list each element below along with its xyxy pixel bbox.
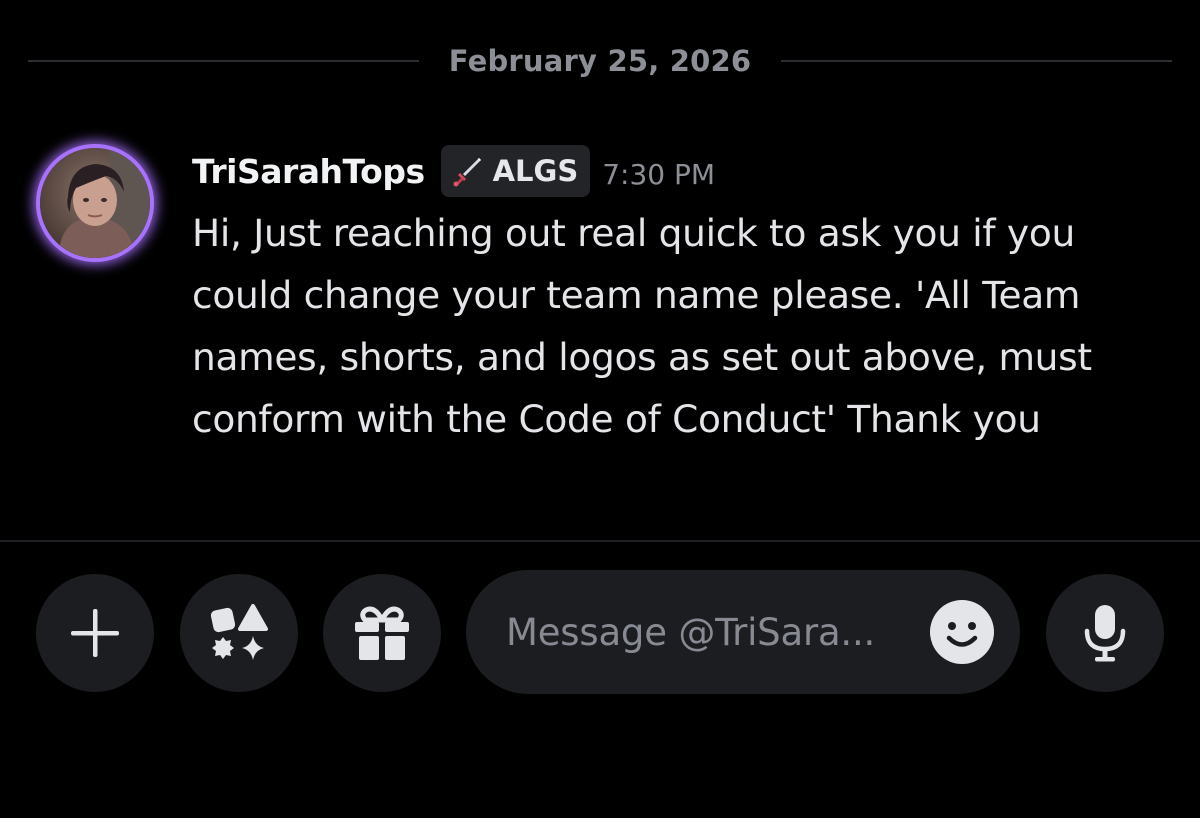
message-input[interactable]: Message @TriSara... (466, 570, 1020, 694)
avatar-image (40, 148, 150, 258)
apps-button[interactable] (180, 574, 298, 692)
sword-icon (453, 158, 481, 187)
message-body: Hi, Just reaching out real quick to ask … (192, 211, 1092, 441)
smiley-icon[interactable] (929, 599, 995, 665)
server-tag-label: ALGS (492, 154, 579, 188)
date-divider-text: February 25, 2026 (448, 44, 752, 78)
gift-button[interactable] (323, 574, 441, 692)
add-attachment-button[interactable] (36, 574, 154, 692)
message-header: TriSarahTops ALGS 7:30 PM (192, 144, 715, 198)
date-divider: February 25, 2026 (28, 38, 1172, 84)
divider-line-right (781, 60, 1172, 62)
message: TriSarahTops ALGS 7:30 PM Hi, Just reach… (0, 138, 1200, 468)
author-name[interactable]: TriSarahTops (192, 152, 425, 191)
divider-line-left (28, 60, 419, 62)
avatar[interactable] (36, 144, 154, 262)
chat-window: February 25, 2026 TriSarahTops ALGS 7:30… (0, 0, 1200, 818)
voice-message-button[interactable] (1046, 574, 1164, 692)
message-timestamp: 7:30 PM (602, 157, 716, 191)
gift-icon (355, 606, 409, 660)
apps-icon (210, 604, 268, 660)
composer-divider (0, 540, 1200, 542)
plus-icon (71, 609, 119, 657)
server-tag[interactable]: ALGS (440, 145, 591, 197)
message-composer: Message @TriSara... (0, 570, 1200, 694)
message-input-placeholder: Message @TriSara... (506, 610, 876, 654)
microphone-icon (1084, 605, 1126, 662)
